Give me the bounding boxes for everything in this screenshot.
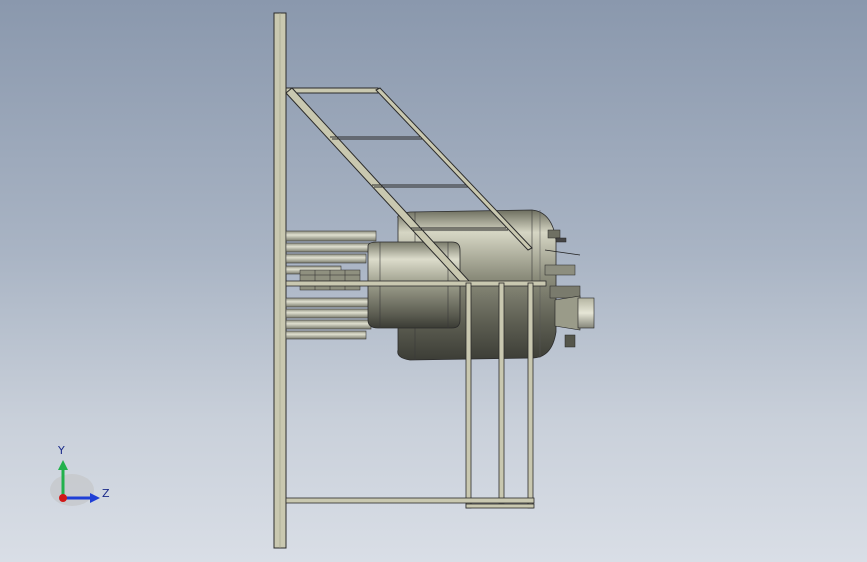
y-axis-label: Y: [57, 444, 65, 457]
cad-model-viewport[interactable]: Y Z: [0, 0, 867, 562]
z-axis-arrowhead: [90, 493, 100, 503]
triad-disc: [50, 474, 94, 506]
y-axis-arrowhead: [58, 460, 68, 470]
orientation-triad: Y Z: [50, 444, 110, 506]
x-axis-dot: [59, 494, 67, 502]
z-axis-label: Z: [102, 487, 110, 500]
platform-beam: [285, 280, 547, 287]
wall-plate: [273, 12, 287, 549]
